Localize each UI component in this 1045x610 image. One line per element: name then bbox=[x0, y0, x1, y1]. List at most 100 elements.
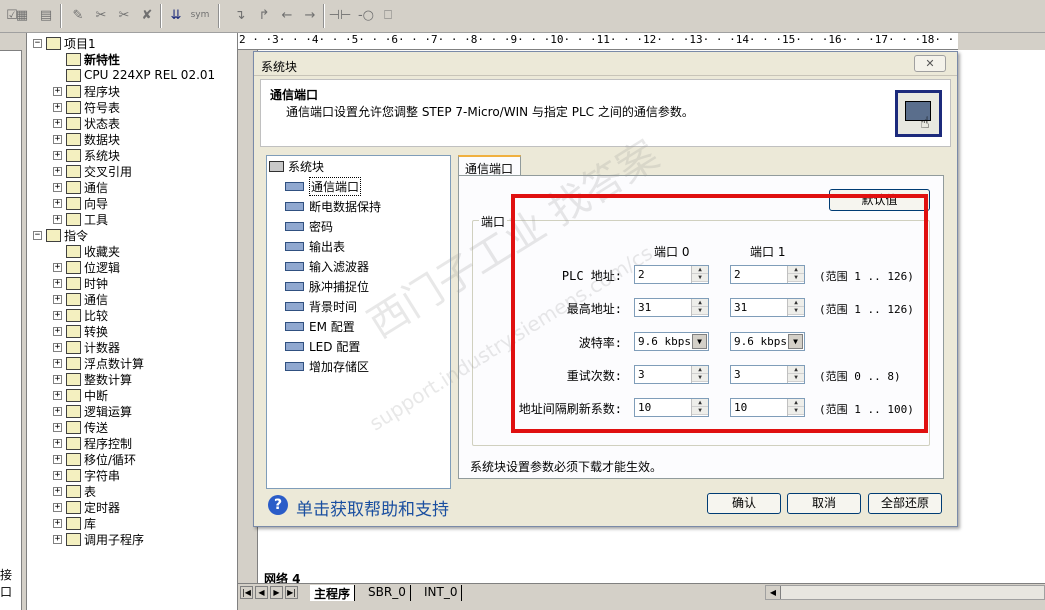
cut-tool-icon[interactable]: ✂ bbox=[114, 5, 134, 25]
box-icon[interactable]: ⎕ bbox=[378, 5, 398, 25]
tree-expander-icon[interactable]: + bbox=[53, 134, 62, 144]
horizontal-scrollbar[interactable]: ◀ bbox=[765, 585, 1045, 600]
step-down-icon[interactable]: ↴ bbox=[230, 5, 250, 25]
close-button[interactable]: ✕ bbox=[914, 55, 946, 72]
coil-icon[interactable]: -○ bbox=[356, 5, 376, 25]
sheet-tab-int0[interactable]: INT_0 bbox=[420, 585, 463, 601]
tree-item[interactable]: + 程序控制 bbox=[53, 435, 132, 451]
tree-item[interactable]: + 计数器 bbox=[53, 339, 120, 355]
tree-expander-icon[interactable]: + bbox=[53, 502, 62, 512]
tree-item[interactable]: + 中断 bbox=[53, 387, 108, 403]
tree-item[interactable]: + 调用子程序 bbox=[53, 531, 144, 547]
grid-tool-icon[interactable]: ▦ bbox=[12, 5, 32, 25]
tree-item[interactable]: + 交叉引用 bbox=[53, 163, 132, 179]
tree-expander-icon[interactable]: + bbox=[53, 326, 62, 336]
tree-expander-icon[interactable]: + bbox=[53, 358, 62, 368]
nav-item[interactable]: 增加存储区 bbox=[285, 357, 369, 375]
tree-item[interactable]: − 项目1 bbox=[33, 35, 96, 51]
nav-item[interactable]: 通信端口 bbox=[285, 176, 362, 196]
tree-item[interactable]: + 传送 bbox=[53, 419, 108, 435]
tree-expander-icon[interactable]: − bbox=[33, 38, 42, 48]
tree-item[interactable]: + 数据块 bbox=[53, 131, 120, 147]
next-tab-icon[interactable]: ▶ bbox=[270, 586, 283, 599]
tree-item[interactable]: + 向导 bbox=[53, 195, 108, 211]
prev-tab-icon[interactable]: ◀ bbox=[255, 586, 268, 599]
contact-icon[interactable]: ⊣⊢ bbox=[329, 5, 352, 25]
tree-expander-icon[interactable]: + bbox=[53, 262, 62, 272]
nav-root[interactable]: 系统块 bbox=[269, 157, 324, 175]
tree-expander-icon[interactable]: + bbox=[53, 182, 62, 192]
tree-item[interactable]: + 比较 bbox=[53, 307, 108, 323]
tree-item[interactable]: + 逻辑运算 bbox=[53, 403, 132, 419]
tree-item[interactable]: + 系统块 bbox=[53, 147, 120, 163]
tree-expander-icon[interactable]: + bbox=[53, 454, 62, 464]
tree-expander-icon[interactable]: + bbox=[53, 518, 62, 528]
tree-expander-icon[interactable]: + bbox=[53, 438, 62, 448]
nav-item[interactable]: EM 配置 bbox=[285, 317, 355, 335]
tree-expander-icon[interactable]: + bbox=[53, 118, 62, 128]
tree-expander-icon[interactable]: + bbox=[53, 470, 62, 480]
tree-item[interactable]: + 库 bbox=[53, 515, 96, 531]
cancel-button[interactable]: 取消 bbox=[787, 493, 861, 514]
tree-expander-icon[interactable]: + bbox=[53, 214, 62, 224]
restore-all-button[interactable]: 全部还原 bbox=[868, 493, 942, 514]
tree-item[interactable]: + 通信 bbox=[53, 179, 108, 195]
tree-expander-icon[interactable]: + bbox=[53, 102, 62, 112]
nav-item[interactable]: LED 配置 bbox=[285, 337, 360, 355]
tree-item[interactable]: + 位逻辑 bbox=[53, 259, 120, 275]
arrow-left-icon[interactable]: ← bbox=[277, 5, 297, 25]
tree-expander-icon[interactable]: + bbox=[53, 198, 62, 208]
tab-comm-port[interactable]: 通信端口 bbox=[458, 155, 521, 176]
tree-expander-icon[interactable]: + bbox=[53, 422, 62, 432]
help-icon[interactable]: ? bbox=[268, 495, 288, 515]
tree-item[interactable]: + 字符串 bbox=[53, 467, 120, 483]
step-up-icon[interactable]: ↱ bbox=[254, 5, 274, 25]
tree-item[interactable]: + 表 bbox=[53, 483, 96, 499]
ok-button[interactable]: 确认 bbox=[707, 493, 781, 514]
tree-expander-icon[interactable]: + bbox=[53, 534, 62, 544]
tree-item[interactable]: CPU 224XP REL 02.01 bbox=[53, 67, 215, 83]
first-tab-icon[interactable]: |◀ bbox=[240, 586, 253, 599]
symbol-tool-icon[interactable]: sym bbox=[190, 5, 210, 25]
tree-expander-icon[interactable]: − bbox=[33, 230, 42, 240]
download-tool-icon[interactable]: ⇊ bbox=[166, 5, 186, 25]
nav-item[interactable]: 背景时间 bbox=[285, 297, 357, 315]
sheet-tab-sbr0[interactable]: SBR_0 bbox=[364, 585, 411, 601]
tree-expander-icon[interactable]: + bbox=[53, 406, 62, 416]
nav-item[interactable]: 输出表 bbox=[285, 237, 345, 255]
sheet-tab-main[interactable]: 主程序 bbox=[310, 585, 356, 601]
tree-expander-icon[interactable]: + bbox=[53, 166, 62, 176]
arrow-right-icon[interactable]: → bbox=[300, 5, 320, 25]
tree-item[interactable]: + 工具 bbox=[53, 211, 108, 227]
tree-item[interactable]: − 指令 bbox=[33, 227, 88, 243]
tree-item[interactable]: 收藏夹 bbox=[53, 243, 120, 259]
tree-item[interactable]: + 通信 bbox=[53, 291, 108, 307]
tree-item[interactable]: + 移位/循环 bbox=[53, 451, 136, 467]
scroll-left-icon[interactable]: ◀ bbox=[766, 586, 781, 599]
tree-expander-icon[interactable]: + bbox=[53, 278, 62, 288]
delete-tool-icon[interactable]: ✘ bbox=[137, 5, 157, 25]
tree-item[interactable]: + 转换 bbox=[53, 323, 108, 339]
tree-expander-icon[interactable]: + bbox=[53, 374, 62, 384]
nav-item[interactable]: 脉冲捕捉位 bbox=[285, 277, 369, 295]
tree-item[interactable]: + 整数计算 bbox=[53, 371, 132, 387]
tree-expander-icon[interactable]: + bbox=[53, 486, 62, 496]
tree-item[interactable]: + 状态表 bbox=[53, 115, 120, 131]
help-link[interactable]: 单击获取帮助和支持 bbox=[296, 495, 449, 520]
tree-item[interactable]: + 时钟 bbox=[53, 275, 108, 291]
nav-item[interactable]: 断电数据保持 bbox=[285, 197, 381, 215]
tree-expander-icon[interactable]: + bbox=[53, 150, 62, 160]
table-tool-icon[interactable]: ▤ bbox=[36, 5, 56, 25]
edit-tool-icon[interactable]: ✎ bbox=[68, 5, 88, 25]
tree-item[interactable]: 新特性 bbox=[53, 51, 120, 67]
tree-expander-icon[interactable]: + bbox=[53, 294, 62, 304]
tree-expander-icon[interactable]: + bbox=[53, 390, 62, 400]
nav-item[interactable]: 输入滤波器 bbox=[285, 257, 369, 275]
nav-item[interactable]: 密码 bbox=[285, 217, 333, 235]
tree-expander-icon[interactable]: + bbox=[53, 310, 62, 320]
last-tab-icon[interactable]: ▶| bbox=[285, 586, 298, 599]
tree-item[interactable]: + 符号表 bbox=[53, 99, 120, 115]
tree-item[interactable]: + 定时器 bbox=[53, 499, 120, 515]
tree-item[interactable]: + 浮点数计算 bbox=[53, 355, 144, 371]
tree-expander-icon[interactable]: + bbox=[53, 342, 62, 352]
